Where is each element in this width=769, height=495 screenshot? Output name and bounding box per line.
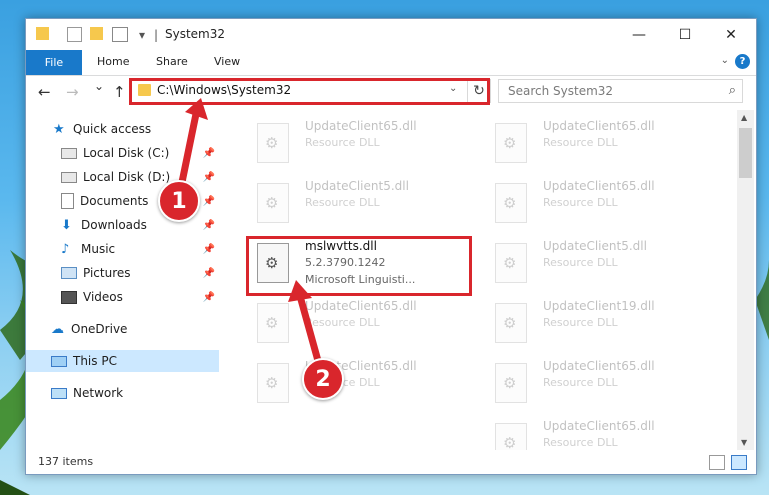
sidebar-item-pictures[interactable]: Pictures 📌 (26, 262, 219, 284)
scroll-thumb[interactable] (739, 128, 752, 178)
music-icon: ♪ (61, 242, 70, 257)
drive-icon (61, 171, 77, 183)
gear-icon: ⚙ (503, 374, 517, 392)
gear-icon: ⚙ (503, 134, 517, 152)
item-count: 137 items (38, 455, 94, 468)
videos-icon (61, 290, 77, 304)
details-view-icon[interactable] (709, 455, 725, 470)
search-icon: ⌕ (728, 83, 736, 98)
list-item[interactable]: ⚙ UpdateClient65.dll Resource DLL (491, 176, 721, 230)
help-icon[interactable]: ? (735, 54, 750, 69)
drive-icon (61, 147, 77, 159)
title-bar: ▾ | System32 — ☐ ✕ (26, 19, 756, 50)
list-item[interactable]: ⚙ UpdateClient65.dll Resource DLL (253, 296, 483, 350)
list-item[interactable]: ⚙ UpdateClient19.dll Resource DLL (491, 296, 721, 350)
navigation-pane: ★ Quick access Local Disk (C:) 📌 Local D… (26, 110, 221, 450)
sidebar-item-music[interactable]: ♪ Music 📌 (26, 238, 219, 260)
properties-icon[interactable] (67, 27, 82, 42)
view-menu-icon[interactable] (112, 27, 128, 42)
onedrive-icon: ☁ (51, 322, 64, 337)
title-separator: | (154, 28, 159, 42)
gear-icon: ⚙ (265, 374, 279, 392)
status-bar: 137 items (26, 450, 756, 474)
documents-icon (61, 193, 74, 209)
large-icons-view-icon[interactable] (731, 455, 747, 470)
scroll-up-icon[interactable]: ▲ (741, 113, 747, 122)
new-folder-icon[interactable] (90, 27, 103, 40)
up-button[interactable]: ↑ (113, 83, 126, 101)
tab-home[interactable]: Home (97, 55, 129, 68)
gear-icon: ⚙ (503, 254, 517, 272)
gear-icon: ⚙ (503, 314, 517, 332)
downloads-icon: ⬇ (61, 218, 72, 233)
pin-icon[interactable]: 📌 (203, 268, 215, 279)
close-button[interactable]: ✕ (708, 19, 754, 50)
ribbon: File Home Share View ⌄ ? (26, 50, 756, 76)
folder-icon (36, 27, 49, 40)
sidebar-item-network[interactable]: Network (26, 382, 219, 404)
tab-view[interactable]: View (214, 55, 240, 68)
tab-file[interactable]: File (26, 50, 82, 75)
recent-locations-button[interactable]: ⌄ (94, 79, 104, 93)
vertical-scrollbar[interactable]: ▲ ▼ (737, 110, 754, 450)
gear-icon: ⚙ (265, 194, 279, 212)
list-item[interactable]: ⚙ UpdateClient65.dll Resource DLL (253, 116, 483, 170)
sidebar-item-onedrive[interactable]: ☁ OneDrive (26, 318, 219, 340)
ribbon-expand-icon[interactable]: ⌄ (721, 55, 729, 66)
list-item[interactable]: ⚙ UpdateClient65.dll Resource DLL (491, 416, 721, 450)
list-item[interactable]: ⚙ UpdateClient5.dll Resource DLL (491, 236, 721, 290)
step-badge-2: 2 (302, 358, 344, 400)
pin-icon[interactable]: 📌 (203, 148, 215, 159)
sidebar-item-local-disk-c[interactable]: Local Disk (C:) 📌 (26, 142, 219, 164)
sidebar-item-quick-access[interactable]: ★ Quick access (26, 118, 219, 140)
star-icon: ★ (53, 122, 65, 137)
pin-icon[interactable]: 📌 (203, 196, 215, 207)
gear-icon: ⚙ (503, 194, 517, 212)
list-item[interactable]: ⚙ UpdateClient65.dll Resource DLL (491, 356, 721, 410)
gear-icon: ⚙ (265, 314, 279, 332)
pin-icon[interactable]: 📌 (203, 172, 215, 183)
pin-icon[interactable]: 📌 (203, 244, 215, 255)
window-title: System32 (165, 27, 226, 41)
explorer-window: ▾ | System32 — ☐ ✕ File Home Share View … (25, 18, 757, 475)
minimize-button[interactable]: — (616, 19, 662, 50)
step-badge-1: 1 (158, 180, 200, 222)
list-item[interactable]: ⚙ UpdateClient65.dll Resource DLL (253, 356, 483, 410)
sidebar-item-videos[interactable]: Videos 📌 (26, 286, 219, 308)
gear-icon: ⚙ (503, 434, 517, 450)
tab-share[interactable]: Share (156, 55, 188, 68)
address-highlight-box (129, 78, 490, 105)
pc-icon (51, 355, 67, 367)
gear-icon: ⚙ (265, 134, 279, 152)
back-button[interactable]: ← (38, 83, 51, 101)
sidebar-item-this-pc[interactable]: This PC (26, 350, 219, 372)
search-input[interactable]: Search System32 ⌕ (498, 79, 743, 103)
scroll-down-icon[interactable]: ▼ (741, 438, 747, 447)
list-item[interactable]: ⚙ UpdateClient65.dll Resource DLL (491, 116, 721, 170)
forward-button[interactable]: → (66, 83, 79, 101)
search-placeholder: Search System32 (508, 84, 614, 98)
list-item[interactable]: ⚙ UpdateClient5.dll Resource DLL (253, 176, 483, 230)
file-highlight-box (246, 236, 472, 296)
quick-access-dropdown-icon[interactable]: ▾ (139, 28, 145, 42)
pin-icon[interactable]: 📌 (203, 220, 215, 231)
maximize-button[interactable]: ☐ (662, 19, 708, 50)
network-icon (51, 387, 67, 399)
pin-icon[interactable]: 📌 (203, 292, 215, 303)
pictures-icon (61, 267, 77, 279)
